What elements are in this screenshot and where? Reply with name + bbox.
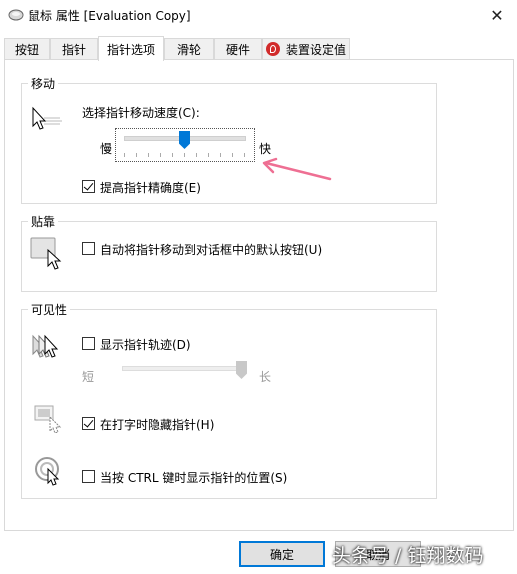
long-label: 长 [259,370,272,384]
slider-tick [184,153,185,157]
slider-tick [208,153,209,157]
short-label: 短 [82,370,95,384]
ok-button[interactable]: 确定 [239,541,325,567]
motion-group-title: 移动 [28,75,59,92]
tab-buttons[interactable]: 按钮 [4,38,50,59]
window-title: 鼠标 属性 [Evaluation Copy] [28,9,191,23]
snap-to-group: 贴靠 自动将指针移动到对话框中的默认按钮(U) [21,213,437,292]
watermark: 头条号 / 钰翔数码 [332,545,484,567]
snap-to-button-icon [30,237,62,270]
synaptics-icon [265,42,280,56]
slider-tick [196,153,197,157]
title-bar: 鼠标 属性 [Evaluation Copy] ✕ [0,0,517,30]
ctrl-locate-label: 当按 CTRL 键时显示指针的位置(S) [100,471,288,485]
tab-wheel[interactable]: 滑轮 [164,38,214,59]
tab-hardware[interactable]: 硬件 [214,38,262,59]
close-button[interactable]: ✕ [477,0,517,30]
slow-label: 慢 [100,142,113,156]
trail-slider-thumb[interactable] [236,361,247,379]
slider-tick [220,153,221,157]
pointer-trails-checkbox[interactable] [82,337,95,350]
trail-slider-track [122,366,244,371]
pointer-motion-icon [32,106,62,130]
speed-slider[interactable] [115,128,255,162]
tab-pointers[interactable]: 指针 [50,38,98,59]
ctrl-locate-checkbox[interactable] [82,470,95,483]
pointer-trails-icon [32,334,59,358]
annotation-arrow [262,157,332,181]
snap-group-title: 贴靠 [28,213,59,230]
tab-panel: 移动 选择指针移动速度(C): 慢 快 提高指针精确度(E) 贴靠 自动将指针移… [4,59,514,531]
trail-length-slider[interactable] [122,360,252,388]
close-icon: ✕ [490,5,504,25]
hide-while-typing-icon [34,405,62,433]
mouse-icon [8,9,24,21]
ctrl-locate-pointer-icon [35,457,60,486]
snap-to-default-checkbox[interactable] [82,242,95,255]
speed-label: 选择指针移动速度(C): [82,106,200,120]
visibility-group: 可见性 显示指针轨迹(D) 短 长 在打字时隐藏指针(H) 当按 CTRL 键时 [21,301,437,499]
slider-tick [136,153,137,157]
speed-slider-thumb[interactable] [179,131,190,149]
slider-tick [172,153,173,157]
slider-tick [124,153,125,157]
visibility-group-title: 可见性 [28,301,71,318]
slider-tick [232,153,233,157]
slider-tick [160,153,161,157]
slider-tick [244,153,245,157]
enhance-precision-label: 提高指针精确度(E) [100,181,201,195]
snap-to-default-label: 自动将指针移动到对话框中的默认按钮(U) [100,243,323,257]
tab-pointer-options[interactable]: 指针选项 [98,36,164,61]
hide-while-typing-checkbox[interactable] [82,417,95,430]
pointer-trails-label: 显示指针轨迹(D) [100,338,191,352]
tab-device-settings[interactable]: 装置设定值 [262,38,350,59]
slider-tick [148,153,149,157]
enhance-precision-checkbox[interactable] [82,180,95,193]
hide-while-typing-label: 在打字时隐藏指针(H) [100,418,215,432]
motion-group: 移动 选择指针移动速度(C): 慢 快 提高指针精确度(E) [21,75,437,204]
